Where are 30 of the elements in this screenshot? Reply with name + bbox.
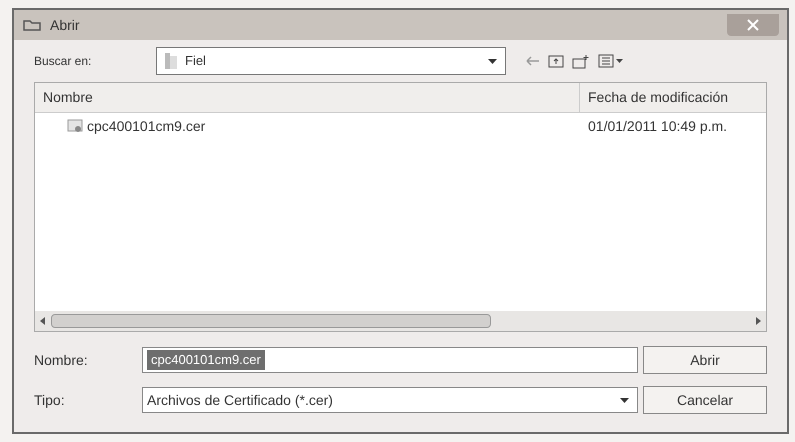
scroll-left-icon[interactable] [39,317,47,325]
file-name-field[interactable]: cpc400101cm9.cer [142,347,638,373]
caret-icon [488,58,497,64]
column-header[interactable]: Nombre [35,83,580,112]
scroll-right-icon[interactable] [754,317,762,325]
horizontal-scrollbar[interactable] [35,311,766,331]
close-icon [747,19,759,31]
up-folder-icon[interactable] [548,54,564,68]
new-folder-icon[interactable] [572,54,590,68]
look-in-value: Fiel [185,52,206,70]
folder-open-icon [22,18,42,32]
folder-icon [165,53,177,69]
file-name-value: cpc400101cm9.cer [147,350,265,370]
certificate-file-icon [67,118,83,134]
caret-icon [620,398,629,402]
file-type-label: Tipo: [34,390,66,410]
file-type-value: Archivos de Certificado (*.cer) [147,390,333,410]
file-date: 01/01/2011 10:49 p.m. [587,116,728,136]
look-in-label: Buscar en: [34,53,92,70]
file-name[interactable]: cpc400101cm9.cer [87,116,206,136]
scrollbar-thumb[interactable] [51,314,491,328]
window-title: Abrir [50,16,80,34]
open-button[interactable]: Abrir [643,346,767,374]
file-name-label: Nombre: [34,350,89,370]
close-button[interactable] [727,14,779,36]
file-type-dropdown[interactable]: Archivos de Certificado (*.cer) [142,387,638,413]
view-menu-icon[interactable] [598,54,624,68]
cancel-button[interactable]: Cancelar [643,386,767,414]
look-in-dropdown[interactable]: Fiel [156,47,506,75]
column-header[interactable]: Fecha de modificación [580,83,766,112]
